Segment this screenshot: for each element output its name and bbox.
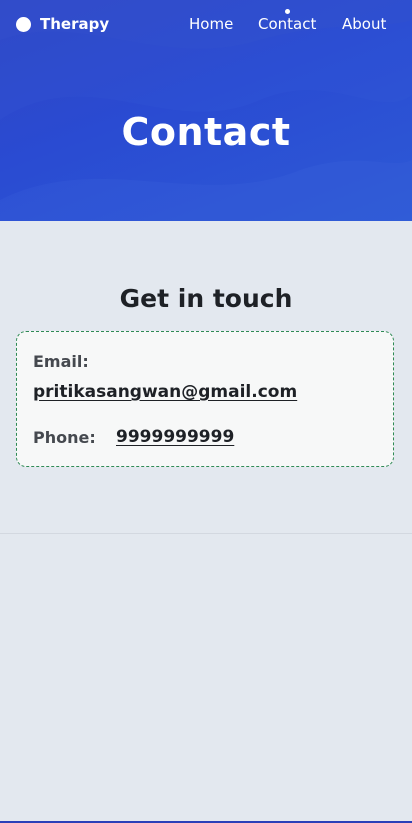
brand-name: Therapy [40,15,110,33]
active-indicator-icon [285,9,290,14]
page-title: Contact [121,110,291,154]
nav-link-home[interactable]: Home [189,15,233,33]
page: Therapy Home Contact About Contact Get i… [0,0,412,823]
phone-link[interactable]: 9999999999 [116,427,234,447]
email-link[interactable]: pritikasangwan@gmail.com [33,382,297,402]
nav-link-about[interactable]: About [342,15,386,33]
contact-section: Get in touch Email: pritikasangwan@gmail… [0,221,412,533]
hero-banner: Therapy Home Contact About Contact [0,0,412,221]
contact-card: Email: pritikasangwan@gmail.com Phone: 9… [16,331,394,467]
section-divider [0,533,412,534]
nav-link-contact[interactable]: Contact [258,15,316,33]
section-heading: Get in touch [119,284,293,313]
email-label: Email: [33,352,89,371]
phone-label: Phone: [33,428,96,447]
brand-dot-icon [16,16,31,32]
top-nav: Therapy Home Contact About [0,0,412,48]
brand-logo[interactable]: Therapy [16,14,109,34]
